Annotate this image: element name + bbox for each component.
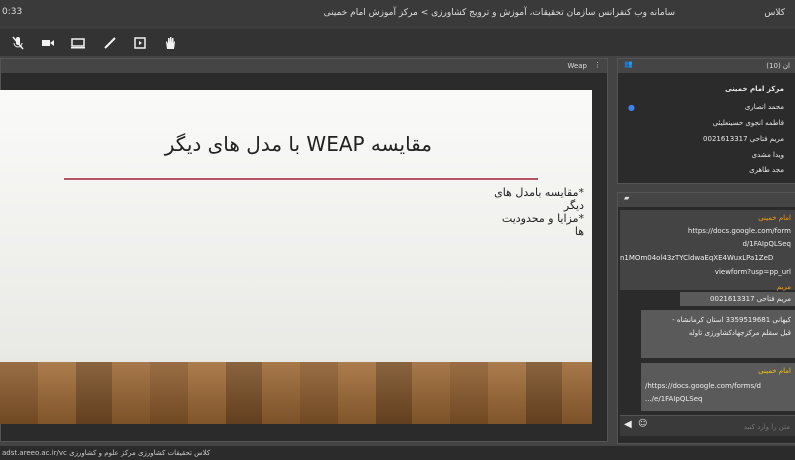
send-icon[interactable]: ◀: [624, 419, 632, 430]
chat-link[interactable]: https://docs.google.com/form: [688, 227, 791, 235]
chat-link[interactable]: https://docs.google.com/forms/d/: [645, 382, 761, 390]
chat-message-text: قبل سقلم مرکزجهادکشاورزی تاوله: [688, 329, 791, 337]
screen-share-icon[interactable]: [70, 35, 86, 51]
window-titlebar: 0:33 سامانه وب کنفرانس سازمان تحقیقات، آ…: [0, 0, 795, 26]
chat-bubble: مریم فتاحی 0021613317: [680, 292, 795, 306]
raise-hand-icon[interactable]: [162, 35, 178, 51]
attendees-pod: 👥 ان (10) مرکز امام خمینی ● محمد انصاری …: [617, 58, 795, 184]
presentation-slide: مقایسه WEAP با مدل های دیگر *مقایسه بامد…: [0, 90, 592, 424]
slide-wood-floor: [0, 362, 592, 424]
mic-icon: ●: [628, 103, 635, 112]
slide-bullet: *مقایسه بامدل های دیگر: [494, 186, 584, 212]
chat-sender: مریم: [776, 283, 791, 291]
chat-message-text: مریم فتاحی 0021613317: [710, 295, 791, 303]
chat-input[interactable]: [654, 419, 792, 434]
slide-title: مقایسه WEAP با مدل های دیگر: [164, 132, 432, 156]
attendee-item[interactable]: مریم فتاحی 0021613317: [703, 135, 784, 143]
attendee-item[interactable]: محمد انصاری: [745, 103, 784, 111]
window-title: سامانه وب کنفرانس سازمان تحقیقات، آموزش …: [323, 8, 675, 18]
chat-sender: امام خمینی: [758, 367, 791, 375]
emoji-icon[interactable]: ☺: [638, 419, 647, 429]
chat-pod-header: ▰: [618, 193, 795, 207]
mic-off-icon[interactable]: [10, 35, 26, 51]
attendees-count: ان (10): [766, 62, 790, 70]
status-bar: adst.areeo.ac.ir/vc کلاس تحقیقات کشاورزی…: [0, 446, 795, 460]
chat-input-bar: ◀ ☺: [620, 415, 795, 436]
pod-menu-icon[interactable]: ⋮: [594, 61, 601, 69]
chat-message-text: کیهانی 3359519681 استان کرمانشاه -: [672, 316, 791, 324]
share-pod-title: Weap: [567, 62, 587, 70]
chat-bubble: کیهانی 3359519681 استان کرمانشاه - قبل س…: [641, 310, 795, 358]
chat-link[interactable]: n1MOm04ol43zTYCldwaEqXE4WuxLPa1ZeD: [620, 254, 773, 262]
elapsed-time: 0:33: [2, 7, 23, 17]
draw-icon[interactable]: [102, 35, 118, 51]
chat-bubble: امام خمینی https://docs.google.com/forms…: [641, 363, 795, 411]
chat-sender: امام خمینی: [758, 214, 791, 222]
video-pod-icon[interactable]: [132, 35, 148, 51]
window-title-suffix: کلاس: [764, 8, 785, 18]
attendee-item[interactable]: فاطمه انجوی حسینعلیئی: [713, 119, 784, 127]
slide-bullet: *مزایا و محدودیت ها: [501, 212, 584, 238]
status-text: adst.areeo.ac.ir/vc کلاس تحقیقات کشاورزی…: [2, 449, 211, 457]
chat-link[interactable]: d/1FAIpQLSeq: [742, 240, 791, 248]
chat-message: امام خمینی https://docs.google.com/form …: [620, 210, 795, 290]
attendee-item[interactable]: مجد طاهری: [749, 166, 784, 174]
share-pod-header: Weap ⋮: [1, 59, 607, 73]
attendees-pod-header: 👥 ان (10): [618, 59, 795, 73]
chat-link[interactable]: viewform?usp=pp_url: [715, 268, 791, 276]
attendee-host[interactable]: مرکز امام خمینی: [725, 85, 784, 93]
camera-icon[interactable]: [40, 35, 56, 51]
slide-bullets: *مقایسه بامدل های دیگر *مزایا و محدودیت …: [494, 186, 584, 238]
chat-link[interactable]: e/1FAIpQLSeq/...: [645, 395, 702, 403]
meeting-toolbar: [0, 29, 795, 56]
attendees-icon: 👥: [624, 60, 633, 68]
slide-title-underline: [64, 178, 538, 180]
chat-icon: ▰: [624, 194, 630, 202]
attendee-item[interactable]: ویدا مشدی: [752, 151, 784, 159]
